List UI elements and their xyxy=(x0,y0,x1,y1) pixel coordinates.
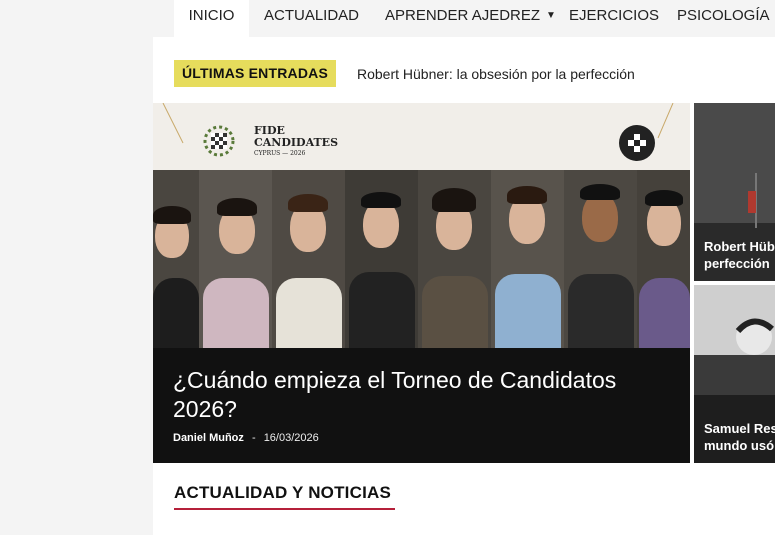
player-figure xyxy=(637,170,690,348)
nav-label: INICIO xyxy=(188,7,235,24)
nav-item-psicologia[interactable]: PSICOLOGÍA xyxy=(677,0,770,37)
nav-label: PSICOLOGÍA xyxy=(677,7,770,24)
meta-separator: - xyxy=(251,432,256,444)
article-author[interactable]: Daniel Muñoz xyxy=(173,432,244,444)
side-article-title-line2: mundo usó xyxy=(704,438,775,453)
player-figure xyxy=(564,170,637,348)
nav-label: APRENDER AJEDREZ xyxy=(385,7,541,24)
section-underline xyxy=(174,508,395,510)
banner-logo-line2: CANDIDATES xyxy=(254,136,339,149)
article-meta: Daniel Muñoz - 16/03/2026 xyxy=(173,432,319,444)
side-article-title-line1: Robert Hüb xyxy=(704,239,775,254)
side-article-card[interactable]: Samuel Res mundo usó xyxy=(694,285,775,463)
ticker-headline-link[interactable]: Robert Hübner: la obsesión por la perfec… xyxy=(357,66,635,82)
featured-article[interactable]: FIDE CANDIDATES CYPRUS — 2026 ¿Cuándo em… xyxy=(153,103,690,463)
nav-item-actualidad[interactable]: ACTUALIDAD xyxy=(264,0,359,37)
fide-logo-icon xyxy=(619,125,655,161)
nav-label: EJERCICIOS xyxy=(569,7,660,24)
side-article-title-line2: perfección xyxy=(704,256,770,271)
latest-entries-badge: ÚLTIMAS ENTRADAS xyxy=(174,60,336,87)
featured-article-title[interactable]: ¿Cuándo empieza el Torneo de Candidatos … xyxy=(173,366,653,424)
player-figure xyxy=(345,170,418,348)
section-title[interactable]: ACTUALIDAD Y NOTICIAS xyxy=(174,483,391,503)
banner-logo-line3: CYPRUS — 2026 xyxy=(254,150,306,157)
nav-item-inicio[interactable]: INICIO xyxy=(174,0,249,37)
banner-decor xyxy=(162,103,674,161)
hero-image xyxy=(153,170,690,348)
player-figure xyxy=(418,170,491,348)
side-article-card[interactable]: Robert Hüb perfección xyxy=(694,103,775,281)
side-article-title-line1: Samuel Res xyxy=(704,421,775,436)
player-figure xyxy=(491,170,564,348)
nav-item-aprender-ajedrez[interactable]: APRENDER AJEDREZ ▼ xyxy=(385,0,556,37)
top-navigation: INICIO ACTUALIDAD APRENDER AJEDREZ ▼ EJER… xyxy=(0,0,775,37)
candidates-banner: FIDE CANDIDATES CYPRUS — 2026 xyxy=(153,103,690,170)
player-figure xyxy=(153,170,199,348)
player-figure xyxy=(272,170,345,348)
player-figure xyxy=(199,170,272,348)
chevron-down-icon: ▼ xyxy=(546,10,556,21)
article-date: 16/03/2026 xyxy=(263,432,319,444)
laurel-icon xyxy=(203,125,235,157)
nav-item-ejercicios[interactable]: EJERCICIOS xyxy=(569,0,659,37)
nav-label: ACTUALIDAD xyxy=(264,7,360,24)
